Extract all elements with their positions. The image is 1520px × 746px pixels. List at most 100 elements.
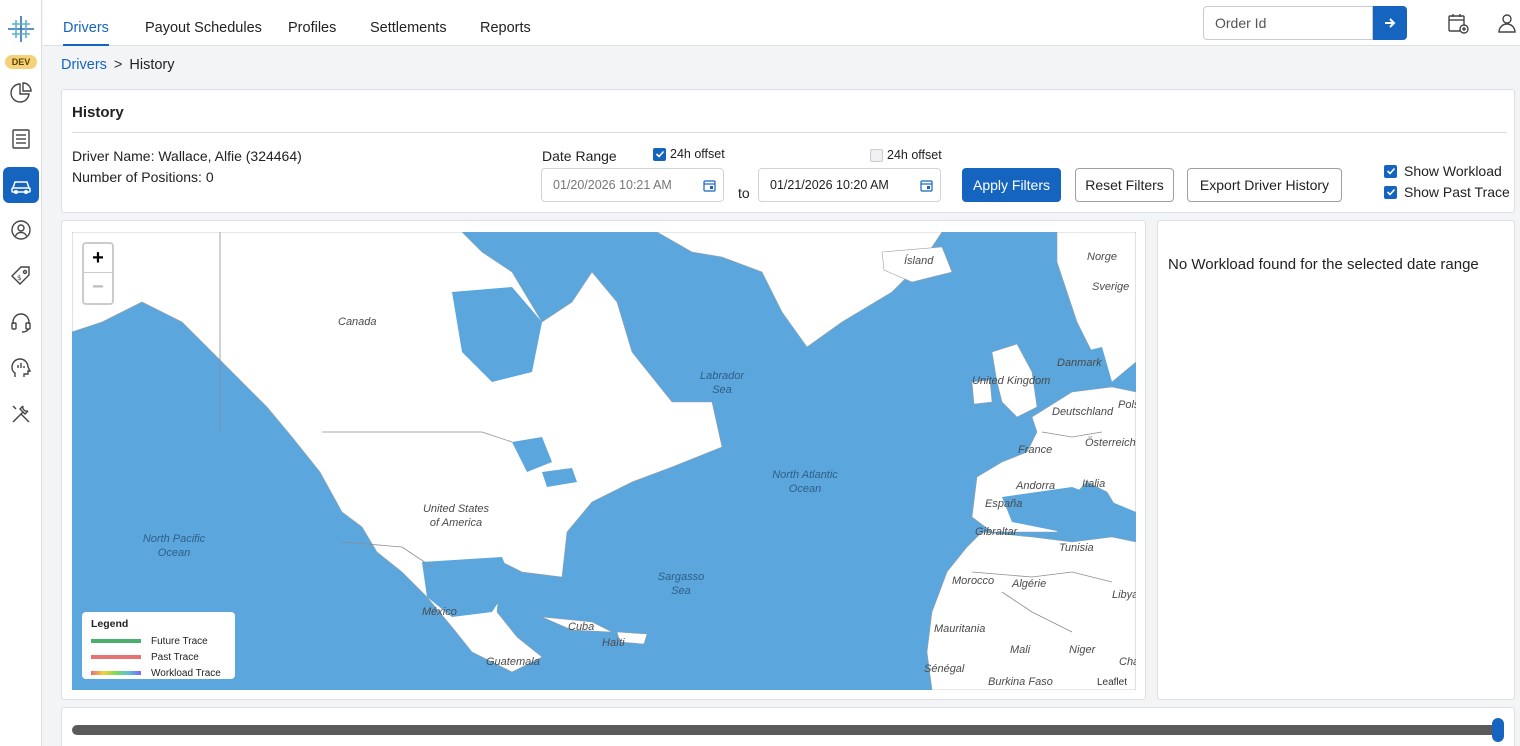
car-icon[interactable]: [3, 167, 39, 203]
from-offset-checkbox[interactable]: 24h offset: [653, 147, 725, 161]
map-label-andorra: Andorra: [1016, 480, 1056, 492]
no-workload-message: No Workload found for the selected date …: [1168, 256, 1479, 273]
map-label-usa: United States of America: [422, 503, 490, 529]
breadcrumb-separator: >: [113, 57, 123, 73]
to-date-input[interactable]: 01/21/2026 10:20 AM: [758, 168, 941, 202]
map-label-uk: United Kingdom: [972, 375, 1051, 387]
legend-swatch-workload: [91, 671, 141, 675]
map-view[interactable]: + − Canada United States of America Méxi…: [72, 232, 1136, 690]
to-date-value: 01/21/2026 10:20 AM: [770, 178, 889, 192]
breadcrumb: Drivers > History: [61, 57, 175, 73]
legend-label-past: Past Trace: [151, 651, 199, 663]
reset-filters-button[interactable]: Reset Filters: [1075, 168, 1174, 202]
tab-settlements[interactable]: Settlements: [370, 0, 447, 46]
map-label-north-pacific: North Pacific Ocean: [142, 533, 206, 559]
map-label-haiti: Haïti: [602, 637, 625, 649]
to-label: to: [738, 185, 750, 201]
app-root: DEV $ Drivers Payout Schedules Profiles: [0, 0, 1520, 746]
show-workload-label: Show Workload: [1404, 163, 1502, 179]
tab-payout-schedules[interactable]: Payout Schedules: [145, 0, 262, 46]
document-list-icon[interactable]: [3, 121, 39, 157]
price-tag-icon[interactable]: $: [3, 258, 39, 294]
map-panel: + − Canada United States of America Méxi…: [61, 220, 1146, 700]
history-panel: History Driver Name: Wallace, Alfie (324…: [61, 89, 1515, 213]
map-attribution[interactable]: Leaflet: [1093, 677, 1130, 688]
headset-icon[interactable]: [3, 304, 39, 340]
legend-label-workload: Workload Trace: [151, 667, 221, 679]
map-label-chad: Cha: [1119, 656, 1136, 668]
map-label-mauritania: Mauritania: [934, 623, 986, 635]
to-offset-checkbox[interactable]: 24h offset: [870, 148, 942, 162]
map-label-danmark: Danmark: [1057, 357, 1102, 369]
checkbox-checked-icon: [653, 147, 666, 161]
map-label-italia: Italia: [1082, 478, 1106, 490]
timeline-panel: [61, 707, 1515, 746]
analytics-head-icon[interactable]: [3, 350, 39, 386]
breadcrumb-current: History: [129, 57, 175, 73]
number-of-positions: Number of Positions: 0: [72, 169, 214, 185]
svg-text:$: $: [17, 274, 21, 282]
map-label-mali: Mali: [1010, 644, 1031, 656]
map-label-mexico: México: [422, 606, 457, 618]
checkbox-checked-icon: [1384, 164, 1397, 178]
map-label-cuba: Cuba: [568, 621, 595, 633]
tab-reports[interactable]: Reports: [480, 0, 531, 46]
to-offset-label: 24h offset: [887, 148, 942, 162]
zoom-in-button[interactable]: +: [84, 244, 112, 273]
export-driver-history-button[interactable]: Export Driver History: [1187, 168, 1342, 202]
map-label-guatemala: Guatemala: [486, 656, 540, 668]
map-label-gibraltar: Gibraltar: [975, 526, 1018, 538]
calendar-icon[interactable]: [920, 179, 933, 192]
map-label-polska: Pols: [1118, 399, 1136, 411]
tools-icon[interactable]: [3, 396, 39, 432]
timeline-track[interactable]: [72, 725, 1500, 735]
map-label-burkina: Burkina Faso: [988, 676, 1053, 688]
tab-drivers[interactable]: Drivers: [63, 0, 109, 46]
order-search-button[interactable]: [1373, 6, 1407, 40]
map-legend: Legend Future Trace Past Trace Workload …: [82, 612, 235, 679]
show-past-trace-checkbox[interactable]: Show Past Trace: [1384, 184, 1510, 200]
driver-name: Driver Name: Wallace, Alfie (324464): [72, 148, 302, 164]
map-label-norge: Norge: [1087, 251, 1117, 263]
map-label-libya: Libya: [1112, 589, 1136, 601]
legend-item-past: Past Trace: [91, 649, 226, 665]
date-range-label: Date Range: [542, 148, 617, 164]
map-label-north-atlantic: North Atlantic Ocean: [772, 469, 838, 495]
checkbox-checked-icon: [1384, 185, 1397, 199]
legend-item-future: Future Trace: [91, 633, 226, 649]
map-label-senegal: Sénégal: [924, 663, 965, 675]
order-id-input[interactable]: [1203, 6, 1373, 40]
timeline-slider-handle[interactable]: [1492, 718, 1504, 742]
env-badge: DEV: [5, 55, 37, 69]
map-label-niger: Niger: [1069, 644, 1096, 656]
zoom-control: + −: [82, 242, 114, 305]
user-circle-icon[interactable]: [3, 212, 39, 248]
map-label-tunisia: Tunisia: [1059, 542, 1094, 554]
map-label-france: France: [1018, 444, 1053, 456]
show-workload-checkbox[interactable]: Show Workload: [1384, 163, 1502, 179]
logo-icon[interactable]: [6, 14, 36, 44]
from-date-input[interactable]: 01/20/2026 10:21 AM: [541, 168, 724, 202]
breadcrumb-drivers-link[interactable]: Drivers: [61, 57, 107, 73]
map-label-osterreich: Österreich: [1085, 437, 1136, 449]
apply-filters-button[interactable]: Apply Filters: [962, 168, 1061, 202]
divider: [72, 132, 1507, 133]
map-label-deutschland: Deutschland: [1052, 406, 1114, 418]
calendar-add-icon[interactable]: [1446, 11, 1470, 35]
zoom-out-button[interactable]: −: [84, 273, 112, 302]
map-label-algerie: Algérie: [1012, 578, 1047, 590]
user-profile-icon[interactable]: [1495, 11, 1519, 35]
from-offset-label: 24h offset: [670, 147, 725, 161]
panel-title: History: [72, 104, 124, 121]
calendar-icon[interactable]: [703, 179, 716, 192]
map-label-sverige: Sverige: [1092, 281, 1130, 293]
map-label-canada: Canada: [338, 316, 377, 328]
legend-swatch-past: [91, 655, 141, 659]
pie-chart-icon[interactable]: [3, 75, 39, 111]
map-label-morocco: Morocco: [952, 575, 995, 587]
from-date-value: 01/20/2026 10:21 AM: [553, 178, 672, 192]
top-nav: Drivers Payout Schedules Profiles Settle…: [43, 0, 1520, 46]
tab-profiles[interactable]: Profiles: [288, 0, 336, 46]
legend-swatch-future: [91, 639, 141, 643]
show-past-trace-label: Show Past Trace: [1404, 184, 1510, 200]
